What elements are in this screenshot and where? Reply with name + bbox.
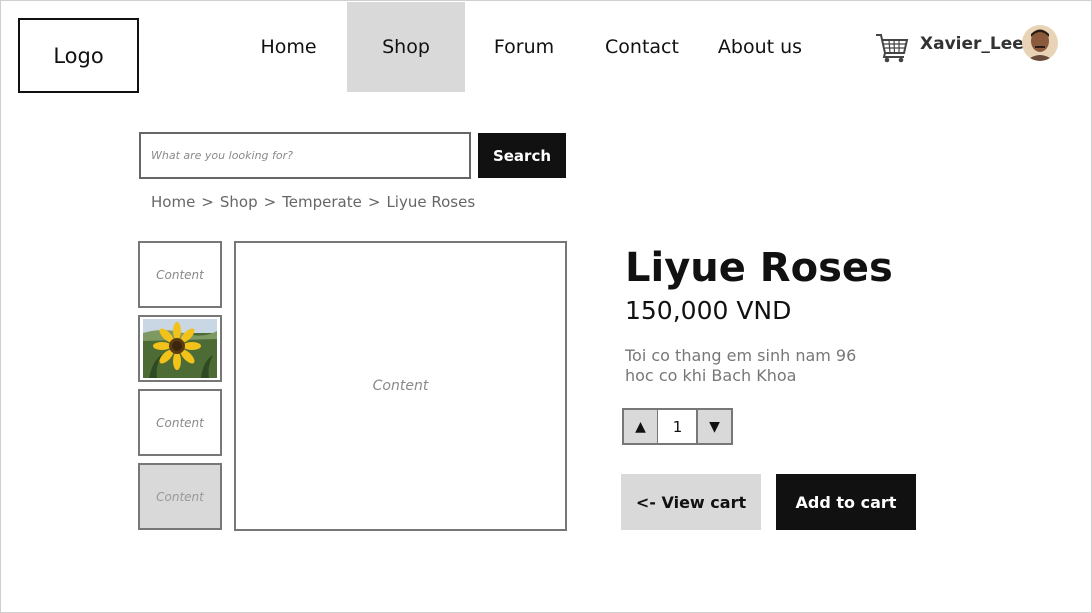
nav-home[interactable]: Home <box>230 2 347 92</box>
shopping-cart-icon[interactable] <box>874 29 910 65</box>
search-input[interactable] <box>139 132 471 179</box>
nav-forum[interactable]: Forum <box>465 2 583 92</box>
breadcrumb-separator: > <box>201 193 214 211</box>
quantity-decrease-button[interactable]: ▼ <box>696 408 733 445</box>
breadcrumb-current: Liyue Roses <box>386 193 476 211</box>
view-cart-button[interactable]: <- View cart <box>621 474 761 530</box>
logo[interactable]: Logo <box>18 18 139 93</box>
quantity-value[interactable]: 1 <box>658 408 697 445</box>
thumbnail-2[interactable] <box>138 315 222 382</box>
nav-about-us[interactable]: About us <box>701 2 819 92</box>
nav-contact[interactable]: Contact <box>583 2 701 92</box>
product-price: 150,000 VND <box>625 296 792 325</box>
thumbnail-3[interactable]: Content <box>138 389 222 456</box>
username[interactable]: Xavier_Lee <box>920 34 1024 54</box>
product-description-line-2: hoc co khi Bach Khoa <box>625 366 797 385</box>
quantity-increase-button[interactable]: ▲ <box>622 408 659 445</box>
breadcrumb-separator: > <box>263 193 277 211</box>
thumbnail-4[interactable]: Content <box>138 463 222 530</box>
main-product-image: Content <box>234 241 567 531</box>
breadcrumb-separator: > <box>367 193 381 211</box>
breadcrumb-home[interactable]: Home <box>151 193 195 211</box>
product-description-line-1: Toi co thang em sinh nam 96 <box>625 346 857 365</box>
thumbnail-1[interactable]: Content <box>138 241 222 308</box>
sunflower-image <box>143 319 217 378</box>
user-avatar[interactable] <box>1022 25 1058 61</box>
breadcrumb: Home > Shop > Temperate > Liyue Roses <box>151 193 475 211</box>
breadcrumb-temperate[interactable]: Temperate <box>282 193 362 211</box>
product-description: Toi co thang em sinh nam 96 hoc co khi B… <box>625 346 925 386</box>
search-button[interactable]: Search <box>478 133 566 178</box>
nav-shop[interactable]: Shop <box>347 2 465 92</box>
add-to-cart-button[interactable]: Add to cart <box>776 474 916 530</box>
breadcrumb-shop[interactable]: Shop <box>220 193 258 211</box>
product-title: Liyue Roses <box>625 245 893 291</box>
